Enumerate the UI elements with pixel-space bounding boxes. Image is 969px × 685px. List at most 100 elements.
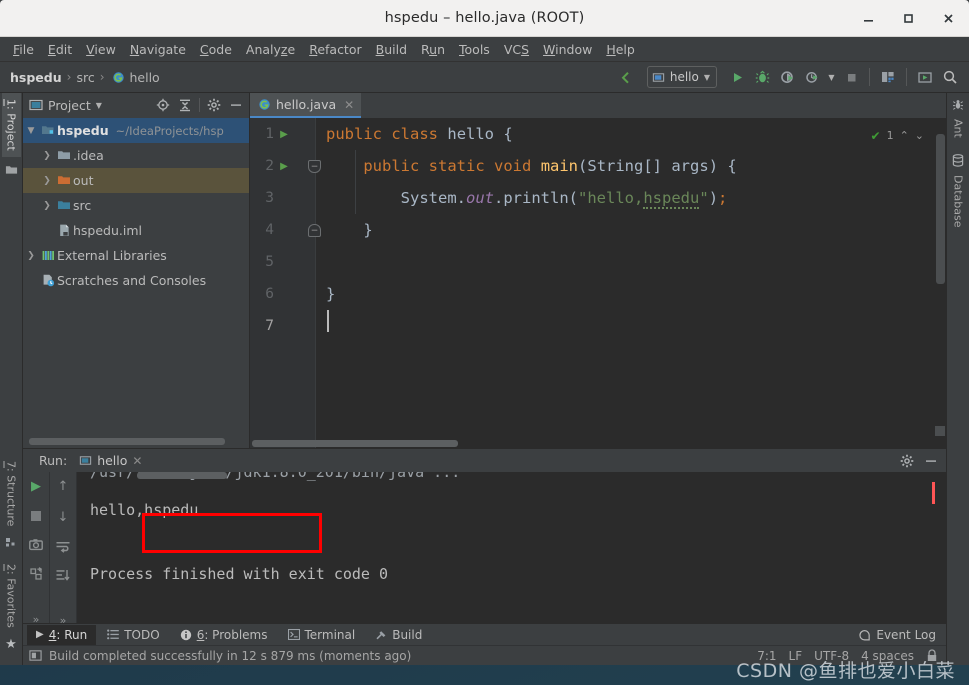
thread-dump-icon[interactable] bbox=[27, 567, 45, 581]
gear-icon[interactable] bbox=[206, 97, 222, 113]
breadcrumb-src[interactable]: src bbox=[76, 70, 94, 85]
chevron-right-icon[interactable]: ❯ bbox=[39, 151, 55, 161]
menu-code[interactable]: Code bbox=[193, 40, 239, 59]
run-method-gutter-icon[interactable]: ▶ bbox=[274, 161, 294, 172]
event-log-button[interactable]: Event Log bbox=[859, 628, 946, 642]
tree-node-idea[interactable]: ❯ .idea bbox=[23, 143, 249, 168]
code-content[interactable]: public class hello { public static void … bbox=[316, 118, 946, 448]
scroll-to-end-icon[interactable] bbox=[54, 569, 72, 582]
run-configuration-selector[interactable]: hello ▼ bbox=[646, 66, 717, 88]
console-horizontal-scrollbar[interactable] bbox=[137, 472, 227, 479]
sidebar-item-favorites[interactable]: 2: Favorites bbox=[2, 558, 21, 634]
sidebar-item-database[interactable]: Database bbox=[949, 169, 968, 234]
menu-refactor[interactable]: Refactor bbox=[302, 40, 368, 59]
breadcrumb-project[interactable]: hspedu bbox=[10, 70, 62, 85]
stop-icon[interactable] bbox=[840, 66, 862, 88]
menu-run[interactable]: Run bbox=[414, 40, 452, 59]
collapse-all-icon[interactable] bbox=[177, 97, 193, 113]
tree-node-scratches-and-consoles[interactable]: Scratches and Consoles bbox=[23, 268, 249, 293]
tree-node-path: ~/IdeaProjects/hsp bbox=[115, 123, 224, 138]
chevron-down-icon[interactable]: ▼ bbox=[826, 66, 837, 88]
status-message-icon[interactable] bbox=[29, 649, 42, 662]
tree-node-label: out bbox=[73, 173, 94, 188]
run-console[interactable]: /usr/local/java/jdk1.8.0_201/bin/java ..… bbox=[77, 472, 946, 623]
debug-icon[interactable] bbox=[751, 66, 773, 88]
menu-help[interactable]: Help bbox=[599, 40, 642, 59]
maximize-button[interactable] bbox=[895, 5, 921, 31]
down-arrow-icon[interactable]: ↓ bbox=[54, 510, 72, 525]
menu-file[interactable]: File bbox=[6, 40, 41, 59]
caret-position-widget[interactable]: 7:1 bbox=[757, 649, 776, 663]
menu-edit[interactable]: Edit bbox=[41, 40, 79, 59]
minimize-icon[interactable] bbox=[228, 97, 244, 113]
sidebar-item-structure[interactable]: 7: Structure bbox=[2, 455, 21, 532]
menu-view[interactable]: View bbox=[79, 40, 123, 59]
bottom-tab-build[interactable]: Build bbox=[366, 625, 431, 645]
code-line-2: public static void main(String[] args) { bbox=[363, 157, 737, 175]
chevron-right-icon[interactable]: ❯ bbox=[39, 176, 55, 186]
project-tree[interactable]: ▼ hspedu ~/IdeaProjects/hsp ❯ .idea ❯ ou… bbox=[23, 117, 249, 448]
database-icon bbox=[952, 144, 964, 169]
editor-horizontal-scrollbar[interactable] bbox=[250, 439, 946, 448]
next-problem-icon[interactable]: ⌄ bbox=[915, 120, 924, 152]
close-icon[interactable]: ✕ bbox=[344, 98, 354, 112]
menu-tools[interactable]: Tools bbox=[452, 40, 497, 59]
locate-icon[interactable] bbox=[155, 97, 171, 113]
update-icon[interactable] bbox=[914, 66, 936, 88]
editor-gutter[interactable]: 1 ▶ 2 ▶ 3 4 5 6 7 − − bbox=[250, 118, 321, 448]
line-separator-widget[interactable]: LF bbox=[789, 649, 803, 663]
tree-node-external-libraries[interactable]: ❯ External Libraries bbox=[23, 243, 249, 268]
close-button[interactable] bbox=[935, 5, 961, 31]
screenshot-icon[interactable] bbox=[27, 538, 45, 551]
inspection-widget[interactable]: ✔ 1 ⌃ ⌄ bbox=[871, 120, 925, 152]
editor-vertical-scrollbar[interactable] bbox=[936, 134, 945, 284]
editor-marker-bar[interactable] bbox=[933, 118, 946, 448]
run-tab-hello[interactable]: hello ✕ bbox=[79, 453, 142, 468]
indent-widget[interactable]: 4 spaces bbox=[861, 649, 914, 663]
menu-navigate[interactable]: Navigate bbox=[123, 40, 193, 59]
chevron-down-icon[interactable]: ▼ bbox=[96, 101, 102, 110]
chevron-right-icon[interactable]: ❯ bbox=[39, 201, 55, 211]
close-icon[interactable]: ✕ bbox=[132, 454, 142, 468]
rerun-icon[interactable]: ▶ bbox=[27, 479, 45, 494]
project-structure-icon[interactable] bbox=[877, 66, 899, 88]
prev-problem-icon[interactable]: ⌃ bbox=[900, 120, 909, 152]
chevron-right-icon[interactable]: ❯ bbox=[23, 251, 39, 261]
breadcrumb-hello[interactable]: hello bbox=[130, 70, 160, 85]
editor-tab-hello-java[interactable]: hello.java ✕ bbox=[250, 93, 362, 118]
run-icon[interactable] bbox=[726, 66, 748, 88]
sidebar-item-project[interactable]: 1: Project bbox=[1, 93, 21, 157]
lock-icon[interactable] bbox=[926, 649, 938, 662]
stop-icon[interactable] bbox=[27, 510, 45, 522]
encoding-widget[interactable]: UTF-8 bbox=[814, 649, 849, 663]
bottom-tab-terminal[interactable]: Terminal bbox=[279, 625, 365, 645]
up-arrow-icon[interactable]: ↑ bbox=[54, 479, 72, 494]
profile-icon[interactable] bbox=[801, 66, 823, 88]
chevron-down-icon[interactable]: ▼ bbox=[23, 126, 39, 136]
menu-vcs[interactable]: VCS bbox=[497, 40, 536, 59]
tree-node-hspedu[interactable]: ▼ hspedu ~/IdeaProjects/hsp bbox=[23, 118, 249, 143]
run-class-gutter-icon[interactable]: ▶ bbox=[274, 129, 294, 140]
tree-node-src[interactable]: ❯ src bbox=[23, 193, 249, 218]
menu-build[interactable]: Build bbox=[369, 40, 414, 59]
menu-analyze[interactable]: Analyze bbox=[239, 40, 302, 59]
bottom-tab-todo[interactable]: TODO bbox=[98, 625, 168, 645]
sidebar-item-label: Ant bbox=[951, 119, 965, 138]
minimize-button[interactable] bbox=[855, 5, 881, 31]
search-everywhere-icon[interactable] bbox=[939, 66, 961, 88]
back-arrow-icon[interactable] bbox=[618, 66, 640, 88]
minimize-icon[interactable] bbox=[924, 454, 938, 468]
tree-node-hspedu-iml[interactable]: hspedu.iml bbox=[23, 218, 249, 243]
run-coverage-icon[interactable] bbox=[776, 66, 798, 88]
gutter-line-5: 5 bbox=[250, 246, 316, 278]
project-tree-horizontal-scrollbar[interactable] bbox=[29, 438, 239, 445]
bottom-tab-run[interactable]: ▶ 4: Run bbox=[27, 624, 97, 645]
editor-viewport[interactable]: 1 ▶ 2 ▶ 3 4 5 6 7 − − public class hello… bbox=[250, 118, 946, 448]
tree-node-out[interactable]: ❯ out bbox=[23, 168, 249, 193]
bottom-tab-problems[interactable]: 6: Problems bbox=[171, 625, 277, 645]
soft-wrap-icon[interactable] bbox=[54, 541, 72, 553]
sidebar-item-ant[interactable]: Ant bbox=[949, 113, 968, 144]
menu-window[interactable]: Window bbox=[536, 40, 599, 59]
sidebar-item-label: 2: Favorites bbox=[4, 564, 18, 628]
gear-icon[interactable] bbox=[900, 454, 914, 468]
